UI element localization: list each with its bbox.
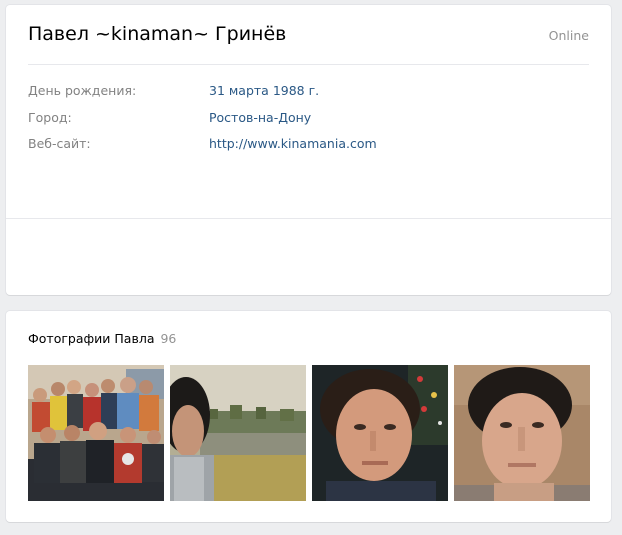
profile-name: Павел ~kinaman~ Гринёв [28,23,287,45]
website-link[interactable]: http://www.kinamania.com [209,136,377,151]
lake-photo-image [170,365,306,501]
christmas-photo-image [312,365,448,501]
profile-info: День рождения: 31 марта 1988 г. Город: Р… [28,80,589,160]
city-label: Город: [28,109,72,125]
group-photo-image [28,365,164,501]
profile-header: Павел ~kinaman~ Гринёв Online [28,5,589,65]
photos-row [28,365,590,501]
photos-count: 96 [160,331,177,346]
photo-thumbnail-lake[interactable] [170,365,306,501]
profile-divider [6,218,611,219]
info-row-website: Веб-сайт: http://www.kinamania.com [28,133,589,160]
online-status: Online [548,28,589,43]
photos-header[interactable]: Фотографии Павла 96 [28,331,176,346]
selfie-photo-image [454,365,590,501]
city-link[interactable]: Ростов-на-Дону [209,110,311,125]
birthday-label: День рождения: [28,83,137,98]
website-label: Веб-сайт: [28,136,91,151]
info-row-birthday: День рождения: 31 марта 1988 г. [28,80,589,107]
info-row-city: Город: Ростов-на-Дону [28,107,589,134]
photo-thumbnail-christmas[interactable] [312,365,448,501]
photos-title[interactable]: Фотографии Павла [28,331,154,346]
birthday-link[interactable]: 31 марта 1988 г. [209,83,319,98]
profile-card: Павел ~kinaman~ Гринёв Online День рожде… [6,5,611,295]
photo-thumbnail-group[interactable] [28,365,164,501]
photos-card: Фотографии Павла 96 [6,311,611,522]
photo-thumbnail-selfie[interactable] [454,365,590,501]
